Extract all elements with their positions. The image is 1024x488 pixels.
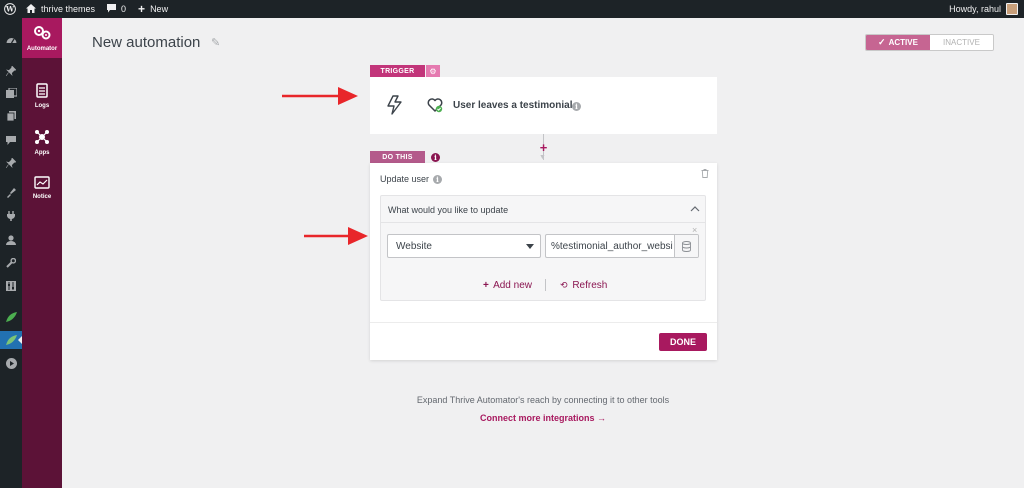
panel-title: What would you like to update xyxy=(388,205,509,215)
logs-icon xyxy=(36,83,48,100)
settings-icon[interactable] xyxy=(0,277,22,295)
add-new-label: Add new xyxy=(493,280,532,291)
divider xyxy=(545,279,546,291)
site-name-label: thrive themes xyxy=(41,4,96,14)
play-circle-icon[interactable] xyxy=(0,354,22,372)
testimonial-heart-icon xyxy=(427,97,443,113)
annotation-arrow-icon xyxy=(304,227,368,245)
connect-integrations-link[interactable]: Connect more integrations → xyxy=(300,413,786,423)
status-toggle[interactable]: ✓ ACTIVE INACTIVE xyxy=(865,34,994,51)
field-select[interactable]: Website xyxy=(387,234,541,258)
refresh-label: Refresh xyxy=(572,280,608,291)
svg-text:W: W xyxy=(5,5,15,14)
media-icon[interactable] xyxy=(0,84,22,102)
admin-menu xyxy=(0,18,22,488)
add-step-plus-icon[interactable]: + xyxy=(537,141,550,154)
trigger-label: User leaves a testimonial xyxy=(453,100,573,111)
inactive-button[interactable]: INACTIVE xyxy=(930,35,993,50)
panel-divider xyxy=(381,222,705,223)
leaf-icon[interactable] xyxy=(0,308,22,326)
action-badge: DO THIS xyxy=(370,151,425,163)
sidebar-item-apps[interactable]: Apps xyxy=(22,122,62,162)
new-content-link[interactable]: + New xyxy=(132,0,174,18)
trigger-info-icon[interactable]: i xyxy=(572,102,581,111)
field-value-text: %testimonial_author_website% xyxy=(551,240,673,252)
tools-icon[interactable] xyxy=(0,254,22,272)
action-info-icon[interactable]: i xyxy=(431,153,440,162)
sidebar-item-automator[interactable]: Automator xyxy=(22,18,62,58)
comments-menu-icon[interactable] xyxy=(0,131,22,149)
trash-icon[interactable] xyxy=(701,169,709,180)
plus-icon: + xyxy=(138,2,146,16)
down-arrow-icon: ▼ xyxy=(539,154,546,161)
admin-bar: W thrive themes 0 + New Howdy, rahul xyxy=(0,0,1024,18)
field-value-input[interactable]: %testimonial_author_website% xyxy=(545,234,699,258)
plugins-icon[interactable] xyxy=(0,207,22,225)
sidebar-item-notice[interactable]: Notice xyxy=(22,168,62,208)
comments-count: 0 xyxy=(121,4,127,14)
comment-icon xyxy=(107,3,117,15)
gear-icon[interactable]: ⚙ xyxy=(426,65,440,77)
action-name-info-icon[interactable]: i xyxy=(433,175,442,184)
refresh-icon: ⟲ xyxy=(560,280,568,290)
bolt-icon xyxy=(384,94,406,116)
posts-pin-icon[interactable] xyxy=(0,62,22,80)
comments-link[interactable]: 0 xyxy=(101,0,132,18)
field-select-value: Website xyxy=(396,240,432,252)
pages-icon[interactable] xyxy=(0,107,22,125)
notice-icon xyxy=(34,176,50,191)
refresh-button[interactable]: ⟲ Refresh xyxy=(560,280,607,291)
sidebar-item-logs[interactable]: Logs xyxy=(22,76,62,116)
automator-icon xyxy=(33,25,51,43)
thrive-leaf-icon[interactable] xyxy=(0,331,22,349)
my-account[interactable]: Howdy, rahul xyxy=(943,0,1024,18)
sidebar-item-label: Notice xyxy=(32,194,52,200)
add-new-button[interactable]: + Add new xyxy=(483,280,532,291)
sidebar-item-label: Apps xyxy=(34,149,50,156)
chevron-down-icon xyxy=(526,244,534,253)
avatar xyxy=(1006,3,1018,15)
sidebar-item-label: Logs xyxy=(34,103,50,109)
home-icon xyxy=(26,3,36,15)
done-button[interactable]: DONE xyxy=(659,333,707,351)
users-icon[interactable] xyxy=(0,231,22,249)
sidebar-item-label: Automator xyxy=(26,45,58,52)
inactive-label: INACTIVE xyxy=(943,38,980,47)
appearance-icon[interactable] xyxy=(0,184,22,202)
site-name-link[interactable]: thrive themes xyxy=(20,0,101,18)
database-icon[interactable] xyxy=(674,235,698,257)
active-label: ACTIVE xyxy=(888,38,918,47)
dashboard-icon[interactable] xyxy=(0,30,22,48)
plus-icon: + xyxy=(483,280,489,291)
active-button[interactable]: ✓ ACTIVE xyxy=(866,35,930,50)
chevron-up-icon[interactable] xyxy=(690,204,700,215)
action-name: Update user xyxy=(380,174,430,184)
expand-text: Expand Thrive Automator's reach by conne… xyxy=(416,395,670,405)
checkmark-icon: ✓ xyxy=(878,37,886,47)
automator-sidebar: Automator Logs Apps Notice xyxy=(22,18,62,488)
apps-icon xyxy=(34,129,50,147)
page-title: New automation xyxy=(92,34,201,51)
annotation-arrow-icon xyxy=(282,87,358,105)
card-divider xyxy=(370,322,717,323)
new-label: New xyxy=(150,4,169,14)
pin-icon[interactable] xyxy=(0,154,22,172)
edit-pencil-icon[interactable]: ✎ xyxy=(211,36,220,49)
howdy-text: Howdy, rahul xyxy=(949,4,1001,14)
trigger-badge: TRIGGER xyxy=(370,65,425,77)
wordpress-logo-icon[interactable]: W xyxy=(0,0,20,18)
